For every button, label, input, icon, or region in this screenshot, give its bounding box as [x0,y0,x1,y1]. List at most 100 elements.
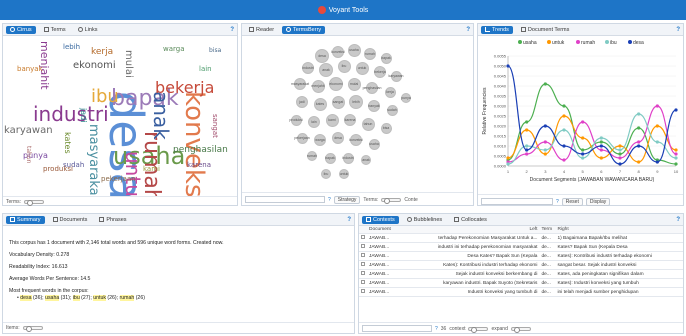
help-icon[interactable]: ? [676,27,680,33]
berry-bubble[interactable]: kami [325,113,339,127]
strategy-button[interactable]: Strategy [333,195,361,204]
expand-icon[interactable] [359,260,367,270]
cloud-word[interactable]: lebih [63,44,80,51]
berry-bubble[interactable]: tahun [361,117,375,131]
berry-bubble[interactable]: industri [342,152,354,164]
berry-bubble[interactable]: bapak [380,52,392,64]
table-row[interactable]: JAWAB... industri ini terhadap perekonomi… [359,242,683,252]
berry-bubble[interactable]: desa [332,132,344,144]
freq-word[interactable]: desa [20,295,32,301]
display-button[interactable]: Display [585,197,611,206]
berry-bubble[interactable]: bapak [324,152,336,164]
col-left[interactable]: Left [405,226,540,234]
berry-bubble[interactable]: anak [319,63,333,77]
berry-bubble[interactable]: anak [361,155,371,165]
berry-bubble[interactable]: menjahit [311,79,325,93]
berry-bubble[interactable]: untuk [355,61,369,75]
berry-bubble[interactable]: lain [308,116,320,128]
expand-icon[interactable] [359,269,367,279]
berry-bubble[interactable]: rumah [307,151,317,161]
cloud-word[interactable]: warga [163,46,185,53]
document-select[interactable] [245,196,325,203]
berry-bubble[interactable]: karena [344,114,356,126]
berry-bubble[interactable]: kates [313,97,327,111]
table-row[interactable]: JAWAB... Sejak industri konveksi berkemba… [359,269,683,279]
terms-slider[interactable] [381,197,402,204]
help-icon[interactable]: ? [466,27,470,33]
col-term[interactable]: Term [539,226,556,234]
berry-bubble[interactable]: usaha [368,138,380,150]
berry-bubble[interactable]: penghasilan [363,82,381,94]
cloud-word[interactable]: karena [187,162,211,169]
berry-bubble[interactable]: konveksi [349,134,363,146]
cloud-word[interactable]: ibu [91,88,119,106]
table-row[interactable]: JAWAB... Industri konveksi yang tumbuh di… [359,287,683,297]
items-slider[interactable] [22,326,43,332]
cloud-word[interactable]: mulai [123,50,134,78]
document-select[interactable] [362,325,432,332]
terms-slider[interactable] [24,200,44,206]
berry-bubble[interactable]: mulai [347,77,361,91]
document-select[interactable] [481,198,553,205]
cloud-word[interactable]: karyawan [4,126,53,136]
table-row[interactable]: JAWAB... Desa Kates? Bapak Sun (Kepala de.… [359,251,683,261]
cloud-word[interactable]: industri [33,104,109,124]
tab-phrases[interactable]: Phrases [95,216,130,224]
cloud-word[interactable]: bekerja [155,80,214,96]
berry-bubble[interactable]: lebih [349,95,363,109]
freq-word[interactable]: ibu [72,295,80,301]
berry-bubble[interactable]: pekerjaan [294,132,310,144]
cloud-word[interactable]: kerja [91,48,113,57]
cloud-word[interactable]: untuk [121,151,145,196]
tab-documents[interactable]: Documents [49,216,92,224]
berry-bubble[interactable]: kerja [384,86,396,98]
tab-links[interactable]: Links [74,26,102,34]
expand-icon[interactable] [359,251,367,261]
berry-bubble[interactable]: bekerja [374,66,386,78]
berry-bubble[interactable]: konveksi [331,46,345,58]
berry-bubble[interactable]: ibu [337,59,351,73]
berry-bubble[interactable]: punya [401,93,411,103]
cloud-word[interactable]: masyarakat [86,124,101,196]
help-icon[interactable]: ? [347,217,351,223]
expand-icon[interactable] [359,278,367,288]
tab-trends[interactable]: Trends [481,25,513,34]
berry-bubble[interactable]: jadi [296,96,308,108]
context-slider[interactable] [468,326,489,333]
tab-document-terms[interactable]: Document Terms [517,26,573,34]
berry-bubble[interactable]: desa [315,49,329,63]
help-icon[interactable]: ? [230,27,234,33]
cloud-word[interactable]: banyak [17,66,43,73]
berry-bubble[interactable]: masyarakat [291,78,309,90]
table-row[interactable]: JAWAB... karyawan industri. Bapak Suyoto … [359,278,683,288]
freq-word[interactable]: rumah [119,295,135,301]
col-right[interactable]: Right [555,226,683,234]
berry-bubble[interactable]: sudah [386,104,398,116]
berry-bubble[interactable]: rumah [364,48,376,60]
col-document[interactable]: Document [367,226,405,234]
berry-bubble[interactable]: ibu [321,169,331,179]
berry-bubble[interactable]: usaha [347,43,361,57]
berry-bubble[interactable]: produksi [289,114,303,126]
tab-termsberry[interactable]: TermsBerry [282,25,326,34]
berry-bubble[interactable]: ekonomi [329,77,343,91]
tab-cirrus[interactable]: Cirrus [6,25,36,34]
expand-icon[interactable] [359,287,367,297]
cloud-word[interactable]: jadi [79,108,88,122]
table-row[interactable]: JAWAB... Kates): Kontribusi industri terh… [359,260,683,270]
cloud-word[interactable]: bisa [209,48,221,54]
cloud-word[interactable]: ekonomi [73,61,116,71]
table-row[interactable]: JAWAB... terhadap Perekonomian Masyarakat… [359,233,683,243]
reset-button[interactable]: Reset [561,197,583,206]
expand-icon[interactable] [359,233,367,243]
cloud-word[interactable]: anak [149,91,173,140]
help-icon[interactable]: ? [676,217,680,223]
berry-bubble[interactable]: bisa [380,122,392,134]
berry-bubble[interactable]: untuk [339,169,349,179]
berry-bubble[interactable]: industri [302,62,314,74]
expand-slider[interactable] [510,326,531,333]
berry-bubble[interactable]: karyawan [389,70,404,82]
tab-terms[interactable]: Terms [40,26,70,34]
tab-collocates[interactable]: Collocates [450,216,491,224]
cloud-word[interactable]: sangat [211,114,219,138]
